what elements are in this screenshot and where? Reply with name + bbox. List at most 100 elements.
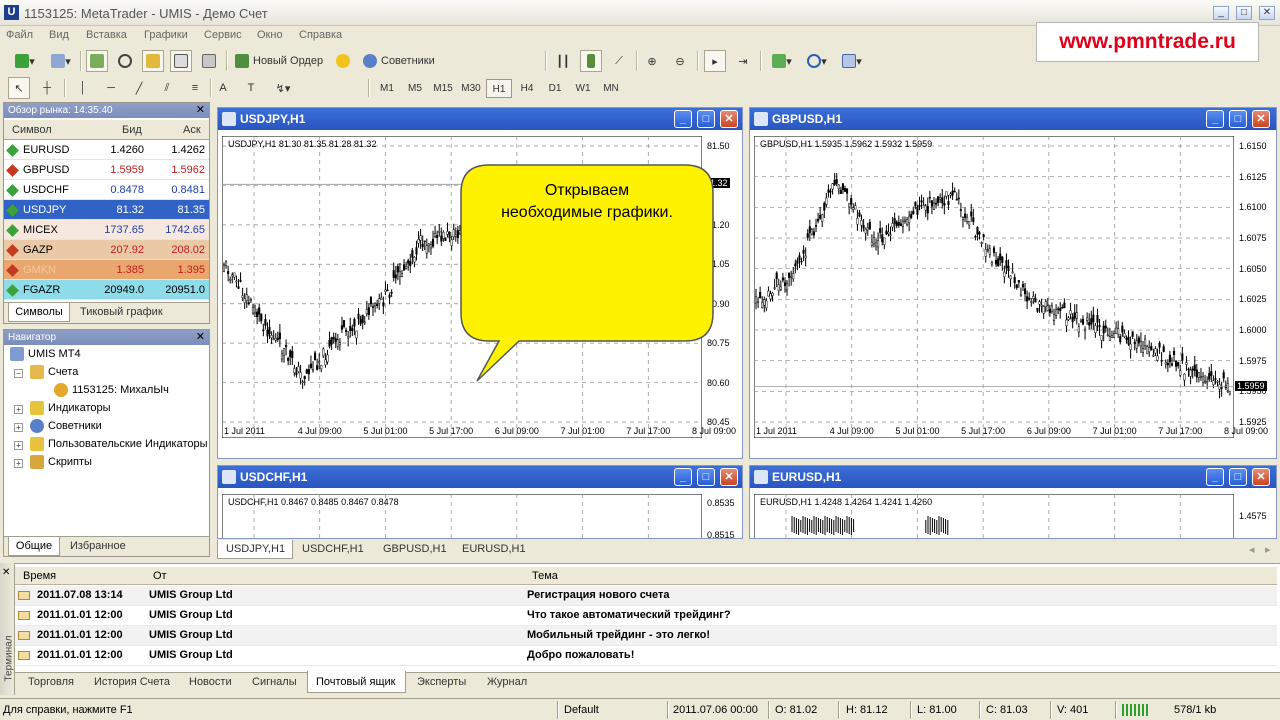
chart-minimize-button[interactable]: _ xyxy=(1206,468,1224,486)
vertical-line-tool[interactable]: │ xyxy=(72,77,94,99)
expand-icon[interactable]: + xyxy=(14,441,23,450)
profiles-button[interactable]: ▾ xyxy=(46,50,76,72)
chart-title-bar[interactable]: GBPUSD,H1 _ □ ✕ xyxy=(750,108,1276,130)
col-ask[interactable]: Аск xyxy=(183,124,201,136)
close-icon[interactable]: ✕ xyxy=(196,330,205,345)
arrows-tool[interactable]: ↯▾ xyxy=(268,77,298,99)
tf-m5[interactable]: M5 xyxy=(402,79,428,98)
col-from[interactable]: От xyxy=(153,570,167,582)
market-watch-row[interactable]: FGAZR 20949.0 20951.0 xyxy=(4,280,209,300)
tf-h4[interactable]: H4 xyxy=(514,79,540,98)
nav-accounts[interactable]: Счета xyxy=(30,365,78,379)
market-watch-toggle[interactable] xyxy=(86,50,108,72)
tab-news[interactable]: Новости xyxy=(189,676,232,688)
chart-minimize-button[interactable]: _ xyxy=(674,110,692,128)
line-chart-button[interactable]: ⟋ xyxy=(608,50,630,72)
minimize-button[interactable]: _ xyxy=(1213,6,1229,20)
mail-row[interactable]: 2011.01.01 12:00 UMIS Group Ltd Мобильный … xyxy=(15,626,1277,646)
mail-row[interactable]: 2011.07.08 13:14 UMIS Group Ltd Регистраци… xyxy=(15,586,1277,606)
menu-view[interactable]: Вид xyxy=(49,29,69,41)
market-watch-row[interactable]: USDJPY 81.32 81.35 xyxy=(4,200,209,220)
tab-mailbox[interactable]: Почтовый ящик xyxy=(316,676,395,688)
nav-experts[interactable]: Советники xyxy=(30,419,102,433)
tab-trade[interactable]: Торговля xyxy=(28,676,74,688)
status-profile[interactable]: Default xyxy=(564,704,599,716)
col-symbol[interactable]: Символ xyxy=(12,124,52,136)
gbpusd-candles[interactable] xyxy=(754,136,1234,438)
expand-icon[interactable]: + xyxy=(14,423,23,432)
menu-file[interactable]: Файл xyxy=(6,29,33,41)
tab-common[interactable]: Общие xyxy=(8,537,60,556)
candle-chart-button[interactable] xyxy=(580,50,602,72)
menu-window[interactable]: Окно xyxy=(257,29,283,41)
chart-maximize-button[interactable]: □ xyxy=(697,468,715,486)
new-order-button[interactable]: Новый Ордер xyxy=(232,50,328,72)
chart-shift-button[interactable]: ⇥ xyxy=(732,50,754,72)
menu-charts[interactable]: Графики xyxy=(144,29,188,41)
tab-symbols[interactable]: Символы xyxy=(8,303,70,322)
collapse-icon[interactable]: − xyxy=(14,369,23,378)
zoom-in-button[interactable]: ⊕ xyxy=(641,50,663,72)
chart-title-bar[interactable]: EURUSD,H1 _ □ ✕ xyxy=(750,466,1276,488)
tf-m15[interactable]: M15 xyxy=(430,79,456,98)
tab-experts[interactable]: Эксперты xyxy=(417,676,466,688)
autotrading-button[interactable] xyxy=(332,50,354,72)
horizontal-line-tool[interactable]: ─ xyxy=(100,77,122,99)
close-icon[interactable]: ✕ xyxy=(196,103,205,118)
maximize-button[interactable]: □ xyxy=(1236,6,1252,20)
channel-tool[interactable]: ⫽ xyxy=(156,77,178,99)
chart-minimize-button[interactable]: _ xyxy=(1206,110,1224,128)
navigator-toggle[interactable] xyxy=(142,50,164,72)
mail-row[interactable]: 2011.01.01 12:00 UMIS Group Ltd Добро пожа… xyxy=(15,646,1277,666)
tab-chart-usdchf[interactable]: USDCHF,H1 xyxy=(302,543,364,555)
periods-button[interactable]: ▾ xyxy=(802,50,832,72)
label-tool[interactable]: T xyxy=(240,77,262,99)
expand-icon[interactable]: + xyxy=(14,405,23,414)
tab-chart-gbpusd[interactable]: GBPUSD,H1 xyxy=(383,543,447,555)
crosshair-tool[interactable]: ┼ xyxy=(36,77,58,99)
tab-account-history[interactable]: История Счета xyxy=(94,676,170,688)
tab-signals[interactable]: Сигналы xyxy=(252,676,297,688)
chart-window-eurusd[interactable]: EURUSD,H1 _ □ ✕ EURUSD,H1 1.4248 1.4264 … xyxy=(749,465,1277,539)
nav-scripts[interactable]: Скрипты xyxy=(30,455,92,469)
col-time[interactable]: Время xyxy=(23,570,56,582)
tab-tick-chart[interactable]: Тиковый график xyxy=(80,306,163,318)
tf-m30[interactable]: M30 xyxy=(458,79,484,98)
col-bid[interactable]: Бид xyxy=(122,124,142,136)
nav-account-item[interactable]: 1153125: МихалЫч xyxy=(54,383,169,397)
menu-tools[interactable]: Сервис xyxy=(204,29,242,41)
market-watch-row[interactable]: MICEX 1737.65 1742.65 xyxy=(4,220,209,240)
close-button[interactable]: ✕ xyxy=(1259,6,1275,20)
terminal-toggle[interactable] xyxy=(170,50,192,72)
trendline-tool[interactable]: ╱ xyxy=(128,77,150,99)
mail-row[interactable]: 2011.01.01 12:00 UMIS Group Ltd Что такое … xyxy=(15,606,1277,626)
tab-journal[interactable]: Журнал xyxy=(487,676,527,688)
tester-button[interactable] xyxy=(198,50,220,72)
tab-favorites[interactable]: Избранное xyxy=(70,540,126,552)
chart-window-gbpusd[interactable]: GBPUSD,H1 _ □ ✕ GBPUSD,H1 1.5935 1.5962 … xyxy=(749,107,1277,459)
tf-d1[interactable]: D1 xyxy=(542,79,568,98)
chart-close-button[interactable]: ✕ xyxy=(1252,468,1270,486)
tf-h1[interactable]: H1 xyxy=(486,79,512,98)
scroll-left-icon[interactable]: ◂ xyxy=(1249,543,1255,556)
nav-indicators[interactable]: Индикаторы xyxy=(30,401,111,415)
zoom-out-button[interactable]: ⊖ xyxy=(669,50,691,72)
menu-help[interactable]: Справка xyxy=(299,29,342,41)
chart-title-bar[interactable]: USDJPY,H1 _ □ ✕ xyxy=(218,108,742,130)
text-tool[interactable]: A xyxy=(212,77,234,99)
tf-mn[interactable]: MN xyxy=(598,79,624,98)
templates-button[interactable]: ▾ xyxy=(836,50,868,72)
tab-chart-eurusd[interactable]: EURUSD,H1 xyxy=(462,543,526,555)
chart-title-bar[interactable]: USDCHF,H1 _ □ ✕ xyxy=(218,466,742,488)
menu-insert[interactable]: Вставка xyxy=(86,29,127,41)
chart-maximize-button[interactable]: □ xyxy=(1229,110,1247,128)
indicators-button[interactable]: ▾ xyxy=(766,50,798,72)
chart-window-usdchf[interactable]: USDCHF,H1 _ □ ✕ USDCHF,H1 0.8467 0.8485 … xyxy=(217,465,743,539)
chart-minimize-button[interactable]: _ xyxy=(674,468,692,486)
chart-close-button[interactable]: ✕ xyxy=(1252,110,1270,128)
new-chart-button[interactable]: ▾ xyxy=(8,50,42,72)
market-watch-row[interactable]: EURUSD 1.4260 1.4262 xyxy=(4,140,209,160)
terminal-close-icon[interactable]: ✕ xyxy=(2,567,10,578)
chart-maximize-button[interactable]: □ xyxy=(1229,468,1247,486)
market-watch-row[interactable]: GBPUSD 1.5959 1.5962 xyxy=(4,160,209,180)
